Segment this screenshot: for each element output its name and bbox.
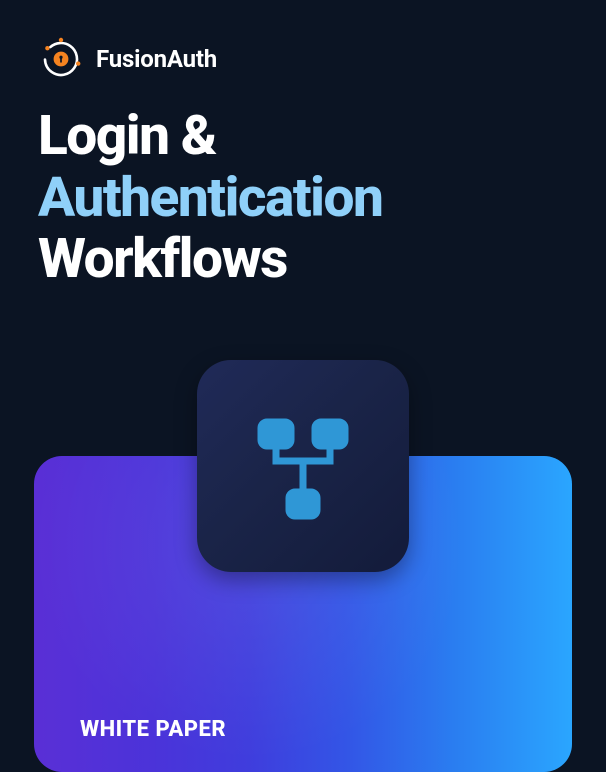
- workflow-tree-icon: [240, 403, 366, 529]
- brand-name: FusionAuth: [96, 45, 217, 73]
- feature-tile: [197, 360, 409, 572]
- fusionauth-target-icon: [38, 36, 84, 82]
- brand-header: FusionAuth: [38, 36, 217, 82]
- title-line-2: Authentication: [38, 168, 572, 230]
- page-title: Login & Authentication Workflows: [38, 106, 572, 291]
- title-line-3: Workflows: [38, 229, 572, 291]
- document-type-label: WHITE PAPER: [80, 717, 226, 742]
- title-line-1: Login &: [38, 106, 572, 168]
